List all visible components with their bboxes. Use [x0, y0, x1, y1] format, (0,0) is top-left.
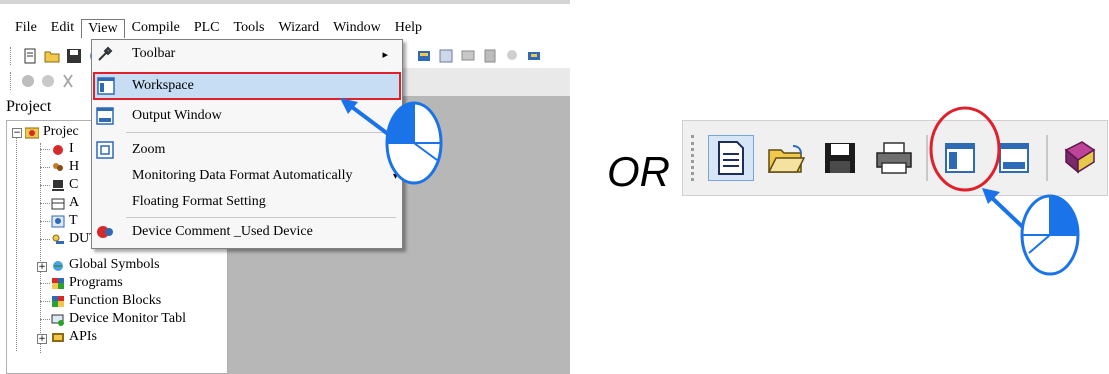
device-icon[interactable] [482, 48, 498, 64]
expand-toggle[interactable]: + [37, 334, 47, 344]
lamp-icon[interactable] [504, 48, 520, 64]
project-panel-title: Project [6, 98, 52, 115]
open-folder-icon[interactable] [44, 48, 60, 64]
transfer-icon[interactable] [526, 48, 542, 64]
tree-node-device-monitor-table[interactable]: Device Monitor Tabl [51, 311, 186, 327]
expand-toggle[interactable]: + [37, 262, 47, 272]
device-comment-icon [96, 223, 114, 241]
menu-plc[interactable]: PLC [187, 18, 227, 38]
save-icon[interactable] [66, 48, 82, 64]
monitor-icon[interactable] [460, 48, 476, 64]
toolbar-grip[interactable] [691, 135, 698, 181]
menu-item-device-comment[interactable]: Device Comment _Used Device [92, 220, 402, 244]
save-icon [825, 143, 855, 173]
function-blocks-icon [52, 295, 64, 307]
mouse-click-icon [385, 101, 443, 185]
print-button[interactable] [872, 136, 916, 180]
tree-node[interactable]: T [51, 213, 78, 229]
menu-bar: File Edit View Compile PLC Tools Wizard … [8, 16, 429, 40]
output-window-icon [96, 107, 114, 125]
tree-node[interactable]: A [51, 195, 79, 211]
tree-node-apis[interactable]: APIs [51, 329, 97, 345]
menu-file[interactable]: File [8, 18, 44, 38]
apis-icon [52, 332, 64, 342]
new-file-icon [718, 141, 744, 175]
device-icon [53, 144, 63, 155]
menu-item-floating-format-setting[interactable]: Floating Format Setting [92, 190, 402, 214]
menu-window[interactable]: Window [326, 18, 388, 38]
compile-icon[interactable] [416, 48, 432, 64]
open-folder-icon [767, 145, 805, 173]
new-file-button[interactable] [708, 135, 754, 181]
programs-icon [52, 277, 64, 289]
project-icon [25, 127, 39, 138]
tree-node-global-symbols[interactable]: Global Symbols [51, 257, 160, 273]
submenu-arrow-icon: ▸ [382, 48, 388, 61]
collapse-toggle[interactable]: − [12, 128, 22, 138]
plc-editor-screenshot: File Edit View Compile PLC Tools Wizard … [0, 0, 570, 374]
menu-item-toolbar[interactable]: Toolbar ▸ [92, 42, 402, 66]
menu-tools[interactable]: Tools [227, 18, 272, 38]
table-icon [51, 198, 65, 209]
menu-view[interactable]: View [81, 18, 125, 38]
workspace-icon [97, 77, 115, 95]
disabled-circle-icon [22, 75, 34, 87]
tree-node-programs[interactable]: Programs [51, 275, 123, 291]
task-icon [51, 215, 65, 227]
save-button[interactable] [818, 136, 862, 180]
or-label: OR [607, 148, 670, 195]
globe-icon [53, 260, 63, 271]
toolbar-grip[interactable] [10, 72, 14, 90]
menu-edit[interactable]: Edit [44, 18, 81, 38]
help-button[interactable] [1058, 136, 1102, 180]
tree-node[interactable]: C [51, 177, 78, 193]
tree-node-project[interactable]: Projec [25, 124, 79, 140]
window-edge [0, 0, 570, 4]
cut-icon [63, 74, 73, 88]
computer-icon [52, 179, 64, 191]
tools-icon [96, 45, 114, 63]
tree-node-function-blocks[interactable]: Function Blocks [51, 293, 161, 309]
disabled-circle-icon [42, 75, 54, 87]
grid-icon[interactable] [438, 48, 454, 64]
menu-wizard[interactable]: Wizard [271, 18, 326, 38]
dut-icon [52, 234, 64, 244]
menu-compile[interactable]: Compile [125, 18, 187, 38]
print-icon [876, 142, 912, 174]
users-icon [53, 162, 63, 171]
help-book-icon [1064, 141, 1096, 174]
tree-node[interactable]: H [51, 159, 79, 175]
new-file-icon[interactable] [22, 48, 38, 64]
zoom-icon [96, 141, 114, 159]
mouse-click-icon [1020, 194, 1080, 276]
toolbar-grip[interactable] [10, 47, 14, 65]
output-window-icon [999, 143, 1029, 173]
open-button[interactable] [764, 136, 808, 180]
menu-help[interactable]: Help [388, 18, 429, 38]
device-monitor-icon [51, 314, 64, 326]
tree-node[interactable]: I [51, 141, 74, 157]
toolbar-separator [1046, 135, 1048, 181]
